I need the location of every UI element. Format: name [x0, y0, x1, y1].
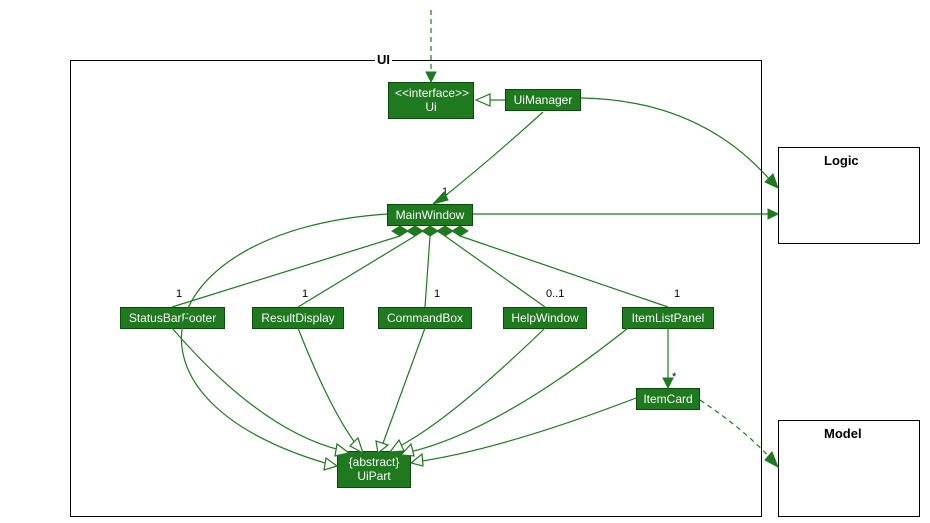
edges-layer [0, 0, 930, 523]
